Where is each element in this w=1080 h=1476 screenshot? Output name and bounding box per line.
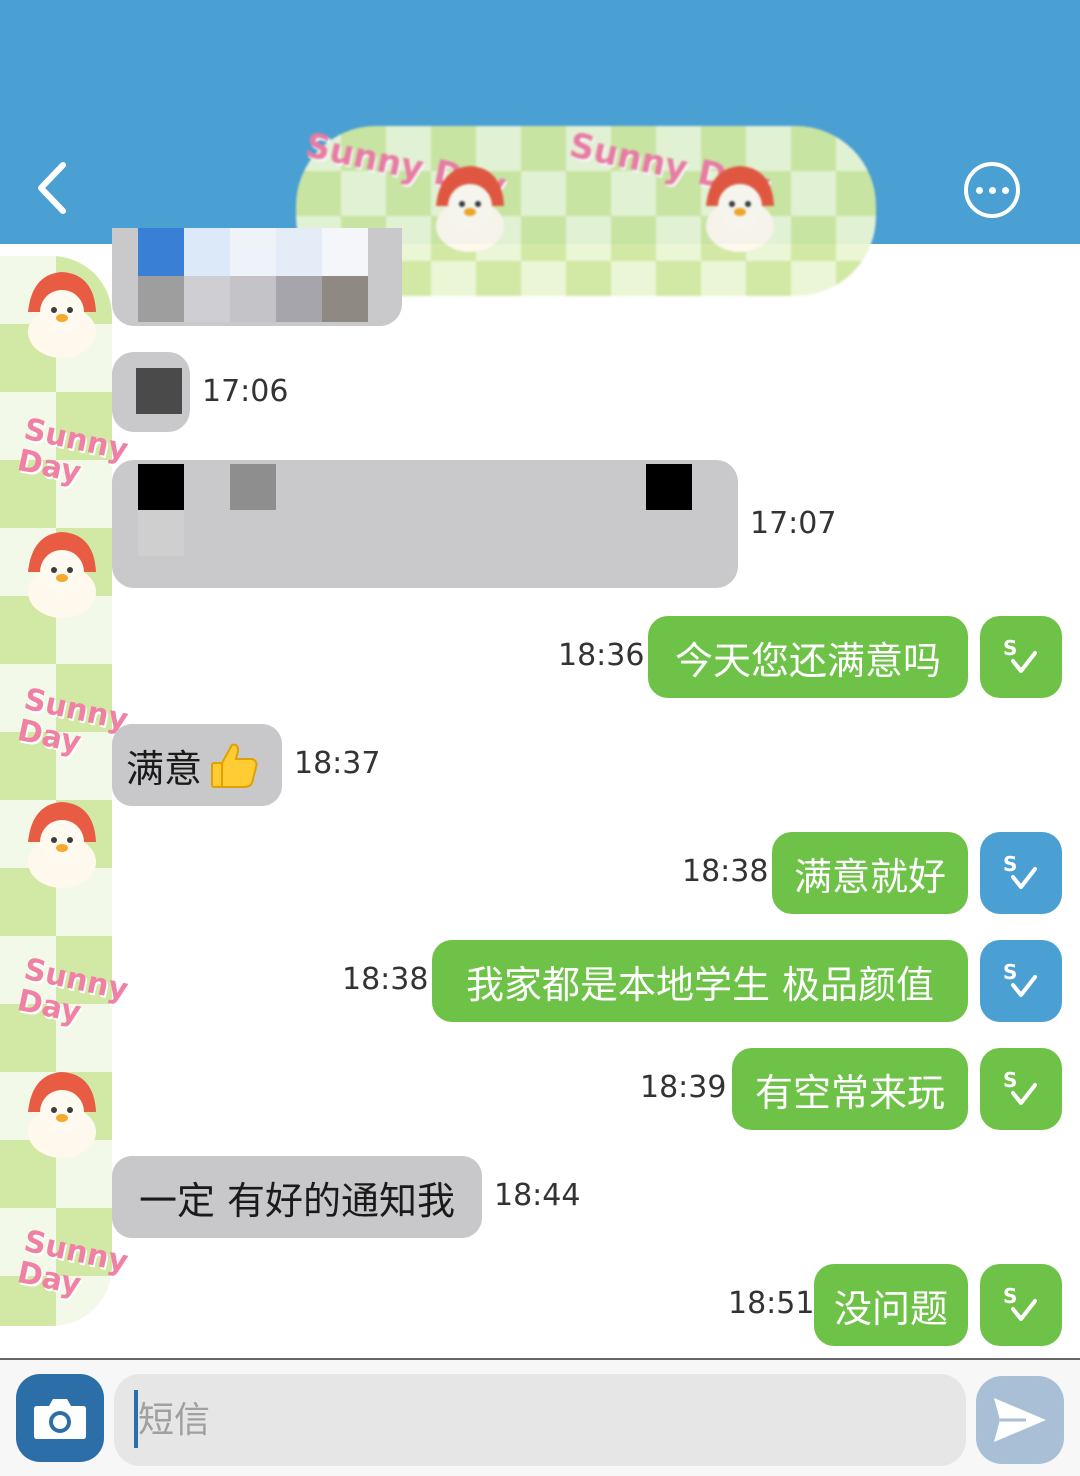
sms-input[interactable] [114, 1374, 966, 1466]
back-button[interactable] [22, 150, 82, 226]
chevron-left-icon [38, 162, 66, 214]
message-time: 18:39 [640, 1070, 727, 1105]
duck-sticker-icon [28, 532, 96, 618]
delivered-status[interactable]: S [980, 940, 1062, 1022]
sticker-text: Sunny Day [14, 951, 132, 1031]
message-time: 18:51 [728, 1286, 815, 1321]
duck-sticker-icon [436, 166, 504, 252]
image-message[interactable] [112, 352, 190, 432]
duck-sticker-icon [706, 166, 774, 252]
incoming-message[interactable]: 满意 [112, 724, 282, 806]
delivered-status[interactable]: S [980, 1048, 1062, 1130]
more-options-button[interactable] [964, 162, 1020, 218]
delivered-status[interactable]: S [980, 1264, 1062, 1346]
svg-text:S: S [1003, 960, 1017, 984]
sticker-decoration-left: Sunny Day Sunny Day Sunny Day Sunny Day [0, 256, 131, 1326]
outgoing-message[interactable]: 今天您还满意吗 [648, 616, 968, 698]
message-time: 18:38 [682, 854, 769, 889]
svg-text:S: S [1003, 852, 1017, 876]
send-icon [994, 1398, 1046, 1442]
duck-sticker-icon [28, 272, 96, 358]
svg-text:S: S [1003, 1284, 1017, 1308]
ellipsis-circle-icon [975, 186, 983, 194]
sms-delivered-icon: S [1003, 636, 1037, 673]
outgoing-message[interactable]: 没问题 [814, 1264, 968, 1346]
outgoing-message[interactable]: 满意就好 [772, 832, 968, 914]
message-time: 18:38 [342, 962, 429, 997]
incoming-message[interactable]: 一定 有好的通知我 [112, 1156, 482, 1238]
sms-delivered-icon: S [1003, 852, 1037, 889]
message-time: 18:36 [558, 638, 645, 673]
svg-text:S: S [1003, 636, 1017, 660]
message-time: 17:06 [202, 374, 289, 409]
message-time: 18:37 [294, 746, 381, 781]
delivered-status[interactable]: S [980, 832, 1062, 914]
outgoing-message[interactable]: 有空常来玩 [732, 1048, 968, 1130]
sms-delivered-icon: S [1003, 1284, 1037, 1321]
sticker-text: Sunny Day [14, 1223, 132, 1303]
message-text: 满意 [126, 746, 203, 791]
camera-icon [34, 1399, 86, 1439]
message-time: 17:07 [750, 506, 837, 541]
image-message[interactable] [112, 228, 402, 326]
duck-sticker-icon [28, 1072, 96, 1158]
sms-delivered-icon: S [1003, 960, 1037, 997]
thumbs-up-icon [211, 743, 258, 788]
delivered-status[interactable]: S [980, 616, 1062, 698]
message-time: 18:44 [494, 1178, 581, 1213]
sms-delivered-icon: S [1003, 1068, 1037, 1105]
send-button[interactable] [976, 1376, 1064, 1464]
duck-sticker-icon [28, 802, 96, 888]
image-message[interactable] [112, 460, 738, 588]
outgoing-message[interactable]: 我家都是本地学生 极品颜值 [432, 940, 968, 1022]
composer-bar [0, 1358, 1080, 1476]
svg-text:S: S [1003, 1068, 1017, 1092]
camera-button[interactable] [16, 1374, 104, 1462]
text-cursor [134, 1390, 138, 1448]
